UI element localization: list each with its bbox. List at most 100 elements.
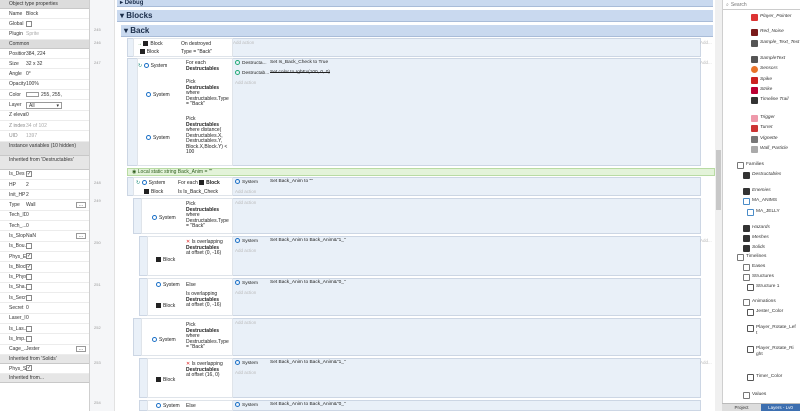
angle-field[interactable]: 0° — [26, 71, 89, 77]
instance-var-row[interactable]: Laser_ID0 — [0, 314, 89, 325]
instance-var-checkbox[interactable] — [26, 274, 89, 281]
instance-var-value[interactable]: Jester... — [26, 346, 89, 353]
event-conditions[interactable]: System Pick Destructables where Destructab… — [141, 198, 233, 234]
instance-var-checkbox[interactable] — [26, 263, 89, 270]
edit-button[interactable]: ... — [75, 232, 86, 239]
add-action-link[interactable]: Add action — [235, 370, 256, 375]
tree-item[interactable]: Turret — [751, 125, 800, 132]
search-bar[interactable]: ⌕ — [723, 0, 800, 10]
chevron-down-icon[interactable]: ▾ — [124, 26, 128, 35]
instance-var-row[interactable]: Tech_... 0 — [0, 221, 89, 232]
color-swatch[interactable] — [26, 91, 39, 97]
instance-var-row[interactable]: Phys_E... — [0, 252, 89, 263]
instance-var-row[interactable]: Is_Sha... — [0, 283, 89, 294]
checkbox[interactable] — [26, 335, 32, 342]
group-back[interactable]: ▾ Back — [121, 25, 713, 37]
condition-row[interactable]: ↻ System — [136, 180, 165, 186]
add-link[interactable]: Add... — [700, 238, 712, 243]
tree-item[interactable]: Solids — [743, 245, 792, 252]
instance-var-text[interactable]: Wall — [26, 202, 36, 208]
instance-var-row[interactable]: Is_Secr... — [0, 293, 89, 304]
action-text[interactable]: Set Back_Anim to Back_Anim&"1_" — [270, 238, 346, 243]
action-row[interactable]: System — [235, 179, 258, 185]
instance-var-text[interactable]: Jester — [26, 346, 40, 352]
instance-var-checkbox[interactable] — [26, 243, 89, 250]
event-conditions[interactable]: Block ✕ Is overlapping Destructables at of… — [147, 236, 233, 276]
instance-var-text[interactable]: 2 — [26, 192, 29, 198]
chevron-down-icon[interactable]: ▾ — [120, 11, 124, 20]
edit-button[interactable]: ... — [75, 202, 86, 209]
opacity-field[interactable]: 100% — [26, 81, 89, 87]
action-text[interactable]: Set Back_Anim to Back_Anim&"1_" — [270, 360, 346, 365]
color-value[interactable]: 255, 255, — [41, 92, 62, 98]
zelev-field[interactable]: 0 — [26, 112, 89, 118]
instance-vars-header[interactable]: Instance variables (10 hidden) — [0, 141, 89, 156]
instance-var-row[interactable]: Tech_ID 0 — [0, 211, 89, 222]
checkbox[interactable] — [26, 263, 32, 270]
tree-item[interactable]: Timer_Color — [747, 374, 796, 381]
instance-var-value[interactable]: NaN... — [26, 232, 89, 239]
add-action-link[interactable]: Add action — [235, 320, 256, 325]
inherited-solids-header[interactable]: Inherited from 'Solids' — [0, 354, 89, 364]
instance-var-checkbox[interactable] — [26, 171, 89, 178]
instance-var-row[interactable]: Type Wall... — [0, 200, 89, 211]
action-text[interactable]: Set Back_Anim to Back_Anim&"0_" — [270, 280, 346, 285]
tree-item[interactable]: Meshes — [743, 235, 792, 242]
event-conditions[interactable]: System Pick Destructables where Destructab… — [141, 318, 233, 356]
layer-select[interactable]: All ▾ — [26, 101, 62, 109]
tree-item[interactable]: Player_Rotate_Right — [747, 346, 796, 357]
instance-var-row[interactable]: Cage_...Jester... — [0, 345, 89, 355]
add-link[interactable]: Add... — [700, 360, 712, 365]
instance-var-row[interactable]: Is_Phys — [0, 273, 89, 283]
instance-var-value[interactable]: 0 — [26, 305, 89, 311]
event-conditions[interactable]: ↻ System For each Block Block Is Is_Back… — [133, 177, 233, 196]
condition-row[interactable]: ↻ System — [138, 63, 167, 69]
event-sheet-scrollbar[interactable] — [715, 0, 722, 411]
instance-var-text[interactable]: 2 — [26, 182, 29, 188]
local-variable[interactable]: ◉ Local static string Back_Anim = "" — [127, 168, 715, 176]
condition-row[interactable]: Block — [144, 189, 163, 195]
tree-item[interactable]: MA_ANIMS — [743, 198, 792, 205]
tree-item[interactable]: Eases — [743, 264, 792, 271]
condition-row[interactable]: System — [152, 337, 176, 343]
tree-item[interactable]: Timelines — [737, 254, 786, 261]
add-action-link[interactable]: Add action — [235, 248, 256, 253]
instance-var-row[interactable]: HP 2 — [0, 180, 89, 191]
event-conditions[interactable]: Block ✕ Is overlapping Destructables at of… — [147, 358, 233, 398]
tree-item[interactable]: Destructables — [743, 172, 792, 179]
tree-item[interactable]: Sensors — [751, 66, 800, 73]
tree-item[interactable]: Player_Rotate_Left — [747, 325, 796, 336]
condition-row[interactable]: System — [146, 135, 170, 141]
tree-item[interactable]: MA_JELLY — [747, 209, 796, 216]
tree-item[interactable]: Player_Pointer — [751, 14, 800, 21]
tree-item[interactable]: Values — [743, 392, 792, 399]
tree-item[interactable]: Structures — [743, 274, 792, 281]
condition-row[interactable]: System — [156, 282, 180, 288]
instance-var-row[interactable]: Is_Block — [0, 262, 89, 273]
add-link[interactable]: Add... — [700, 40, 712, 45]
condition-row[interactable]: Block — [156, 257, 175, 263]
tree-item[interactable]: Families — [737, 162, 786, 169]
condition-row[interactable]: System — [156, 403, 180, 409]
name-field[interactable]: Block — [26, 11, 89, 17]
condition-row[interactable]: → Block — [137, 41, 163, 47]
tree-item[interactable]: Jester_Color — [747, 309, 796, 316]
instance-var-value[interactable]: 0 — [26, 315, 89, 321]
tree-item[interactable]: Strike — [751, 87, 800, 94]
instance-var-text[interactable]: 0 — [26, 223, 29, 229]
tree-item[interactable]: Sample_Text_Text — [751, 40, 800, 47]
action-row[interactable]: Destructa... — [235, 60, 267, 66]
add-action-link[interactable]: Add action — [235, 290, 256, 295]
tree-item[interactable]: Red_Noise — [751, 29, 800, 36]
position-field[interactable]: 384, 224 — [26, 51, 89, 57]
tree-item[interactable]: Enemies — [743, 188, 792, 195]
event-conditions[interactable]: → Block On destroyed Block Type = "Back" — [133, 38, 233, 57]
checkbox[interactable] — [26, 171, 32, 178]
instance-var-text[interactable]: 0 — [26, 305, 29, 311]
checkbox[interactable] — [26, 243, 32, 250]
condition-row[interactable]: System — [152, 215, 176, 221]
instance-var-value[interactable]: 0 — [26, 212, 89, 218]
edit-button[interactable]: ... — [75, 346, 86, 353]
action-text[interactable]: Set Back_Anim to "" — [270, 179, 313, 184]
size-field[interactable]: 32 x 32 — [26, 61, 89, 67]
